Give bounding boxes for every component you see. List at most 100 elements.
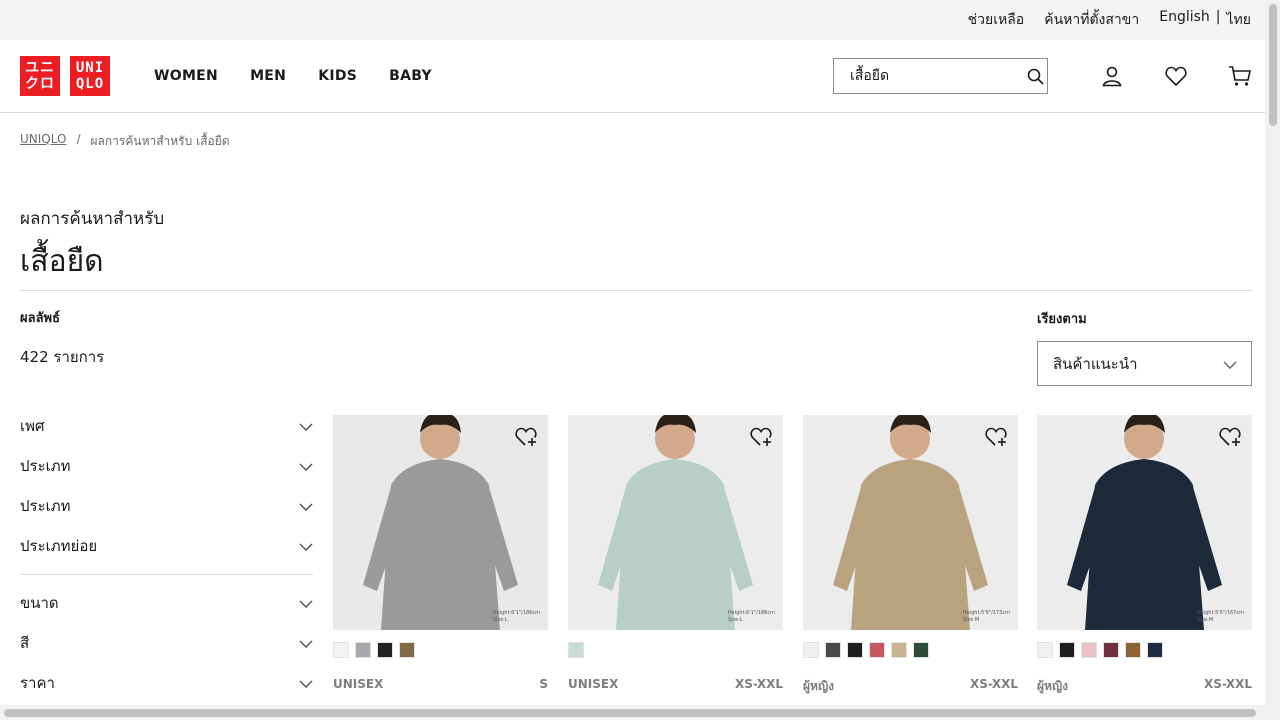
product-gender: ผู้หญิง bbox=[803, 679, 835, 693]
logo-katakana-box: ユニ クロ bbox=[20, 56, 60, 96]
product-size-range: XS-XXL bbox=[1203, 677, 1252, 691]
color-swatch[interactable] bbox=[355, 642, 371, 658]
nav-men[interactable]: MEN bbox=[250, 68, 286, 84]
product-card[interactable]: Height:6'1"/186cm Size:L UNISEX XS-XXL bbox=[568, 415, 783, 691]
color-swatch[interactable] bbox=[869, 642, 885, 658]
product-gender: ผู้หญิง bbox=[1037, 679, 1069, 693]
filter-size[interactable]: ขนาด bbox=[20, 583, 313, 623]
color-swatch[interactable] bbox=[803, 642, 819, 658]
filter-label: เพศ bbox=[20, 417, 45, 435]
model-garment bbox=[616, 459, 735, 630]
filter-category[interactable]: ประเภท bbox=[20, 446, 313, 486]
nav-women[interactable]: WOMEN bbox=[154, 68, 218, 84]
model-height: Height:5'6"/167cm bbox=[1196, 610, 1244, 616]
add-to-wishlist-icon[interactable] bbox=[1218, 425, 1242, 449]
product-image[interactable]: Height:6'1"/186cm Size:L bbox=[568, 415, 783, 630]
product-gender: UNISEX bbox=[568, 677, 619, 691]
product-size-range: XS-XXL bbox=[734, 677, 783, 691]
logo-latin-top: UNI bbox=[75, 60, 105, 76]
search-box bbox=[833, 58, 1048, 94]
search-input[interactable] bbox=[834, 59, 1024, 93]
chevron-down-icon bbox=[1223, 355, 1237, 373]
filter-label: ขนาด bbox=[20, 594, 59, 612]
account-icon[interactable] bbox=[1100, 64, 1124, 88]
color-swatch[interactable] bbox=[891, 642, 907, 658]
product-card[interactable]: Height:5'6"/167cm Size:M ผู้หญิง XS-XXL bbox=[1037, 415, 1252, 696]
product-meta: ผู้หญิง XS-XXL bbox=[1037, 677, 1252, 696]
filter-divider bbox=[20, 574, 313, 575]
filter-price[interactable]: ราคา bbox=[20, 663, 313, 703]
color-swatch[interactable] bbox=[377, 642, 393, 658]
model-caption: Height:5'8"/173cm Size:M bbox=[963, 610, 1010, 624]
breadcrumb-home-link[interactable]: UNIQLO bbox=[20, 132, 66, 151]
breadcrumb: UNIQLO / ผลการค้นหาสำหรับ เสื้อยืด bbox=[20, 132, 230, 151]
add-to-wishlist-icon[interactable] bbox=[749, 425, 773, 449]
color-swatch[interactable] bbox=[399, 642, 415, 658]
product-card[interactable]: Height:5'8"/173cm Size:M ผู้หญิง XS-XXL bbox=[803, 415, 1018, 696]
divider bbox=[20, 290, 1252, 291]
add-to-wishlist-icon[interactable] bbox=[984, 425, 1008, 449]
color-swatches bbox=[333, 642, 548, 658]
product-image[interactable]: Height:5'6"/167cm Size:M bbox=[1037, 415, 1252, 630]
add-to-wishlist-icon[interactable] bbox=[514, 425, 538, 449]
chevron-down-icon bbox=[299, 594, 313, 612]
nav-baby[interactable]: BABY bbox=[389, 68, 432, 84]
product-image[interactable]: Height:5'8"/173cm Size:M bbox=[803, 415, 1018, 630]
sort-select[interactable]: สินค้าแนะนำ bbox=[1037, 341, 1252, 386]
color-swatch[interactable] bbox=[847, 642, 863, 658]
site-header: ユニ クロ UNI QLO WOMEN MEN KIDS BABY bbox=[0, 40, 1265, 113]
color-swatch[interactable] bbox=[1125, 642, 1141, 658]
product-card[interactable]: Height:6'1"/186cm Size:L UNISEX S bbox=[333, 415, 548, 691]
model-caption: Height:5'6"/167cm Size:M bbox=[1197, 610, 1244, 624]
filter-label: สี bbox=[20, 634, 30, 652]
product-image[interactable]: Height:6'1"/186cm Size:L bbox=[333, 415, 548, 630]
model-caption: Height:6'1"/186cm Size:L bbox=[493, 610, 540, 624]
color-swatch[interactable] bbox=[568, 642, 584, 658]
cart-icon[interactable] bbox=[1228, 64, 1252, 88]
product-size-range: XS-XXL bbox=[969, 677, 1018, 691]
filter-color[interactable]: สี bbox=[20, 623, 313, 663]
model-size: Size:L bbox=[727, 617, 743, 623]
model-caption: Height:6'1"/186cm Size:L bbox=[728, 610, 775, 624]
chevron-down-icon bbox=[299, 417, 313, 435]
filter-panel: เพศ ประเภท ประเภท ประเภทย่อย ขนาด สี ราค… bbox=[20, 406, 313, 703]
horizontal-scrollbar-thumb[interactable] bbox=[4, 709, 1256, 717]
model-size: Size:M bbox=[962, 617, 980, 623]
color-swatch[interactable] bbox=[1059, 642, 1075, 658]
color-swatch[interactable] bbox=[913, 642, 929, 658]
filter-subcategory[interactable]: ประเภทย่อย bbox=[20, 526, 313, 566]
wishlist-icon[interactable] bbox=[1164, 64, 1188, 88]
model-garment bbox=[381, 459, 500, 630]
filter-type[interactable]: ประเภท bbox=[20, 486, 313, 526]
product-meta: UNISEX S bbox=[333, 677, 548, 691]
filter-label: ประเภท bbox=[20, 457, 71, 475]
product-meta: ผู้หญิง XS-XXL bbox=[803, 677, 1018, 696]
model-garment bbox=[851, 459, 970, 630]
color-swatch[interactable] bbox=[1147, 642, 1163, 658]
breadcrumb-current: ผลการค้นหาสำหรับ เสื้อยืด bbox=[90, 134, 230, 148]
filter-gender[interactable]: เพศ bbox=[20, 406, 313, 446]
search-icon[interactable] bbox=[1024, 58, 1047, 94]
chevron-down-icon bbox=[299, 497, 313, 515]
lang-thai-link[interactable]: ไทย bbox=[1227, 9, 1251, 31]
color-swatch[interactable] bbox=[1037, 642, 1053, 658]
lang-english-link[interactable]: English bbox=[1159, 9, 1210, 31]
product-gender: UNISEX bbox=[333, 677, 384, 691]
color-swatches bbox=[568, 642, 783, 658]
uniqlo-logo[interactable]: ユニ クロ UNI QLO bbox=[20, 56, 110, 96]
logo-latin-bottom: QLO bbox=[75, 76, 105, 92]
color-swatch[interactable] bbox=[825, 642, 841, 658]
color-swatch[interactable] bbox=[1081, 642, 1097, 658]
color-swatch[interactable] bbox=[1103, 642, 1119, 658]
product-meta: UNISEX XS-XXL bbox=[568, 677, 783, 691]
chevron-down-icon bbox=[299, 537, 313, 555]
nav-kids[interactable]: KIDS bbox=[318, 68, 357, 84]
color-swatch[interactable] bbox=[333, 642, 349, 658]
language-switcher: English | ไทย bbox=[1159, 9, 1251, 31]
chevron-down-icon bbox=[299, 634, 313, 652]
filter-label: ประเภท bbox=[20, 497, 71, 515]
search-subtitle: ผลการค้นหาสำหรับ bbox=[20, 209, 165, 229]
help-link[interactable]: ช่วยเหลือ bbox=[968, 9, 1025, 31]
store-finder-link[interactable]: ค้นหาที่ตั้งสาขา bbox=[1044, 9, 1139, 31]
vertical-scrollbar-thumb[interactable] bbox=[1269, 4, 1277, 126]
